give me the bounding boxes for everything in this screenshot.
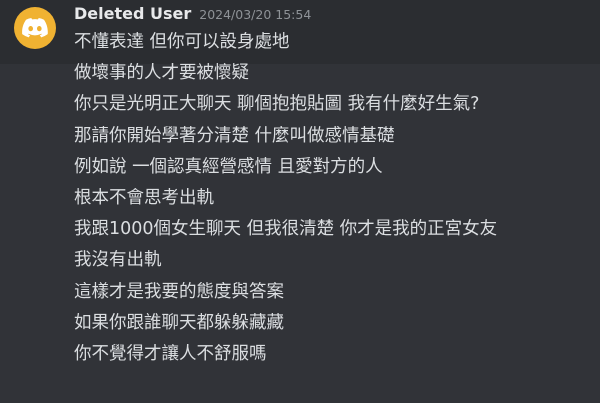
message-header: Deleted User 2024/03/20 15:54 xyxy=(74,4,311,26)
message-line: 你不覺得才讓人不舒服嗎 xyxy=(74,343,267,364)
avatar[interactable] xyxy=(14,7,56,49)
message-line: 這樣才是我要的態度與答案 xyxy=(74,281,284,302)
message-line: 那請你開始學著分清楚 什麼叫做感情基礎 xyxy=(74,125,395,146)
message-line: 不懂表達 但你可以設身處地 xyxy=(74,32,290,52)
message-line: 我跟1000個女生聊天 但我很清楚 你才是我的正宮女友 xyxy=(74,219,498,240)
username[interactable]: Deleted User xyxy=(74,4,191,23)
timestamp[interactable]: 2024/03/20 15:54 xyxy=(199,7,311,22)
message-line: 例如說 一個認真經營感情 且愛對方的人 xyxy=(74,156,383,177)
message-line: 根本不會思考出軌 xyxy=(74,187,214,208)
discord-logo-icon xyxy=(22,18,48,38)
chat-message[interactable]: Deleted User 2024/03/20 15:54 不懂表達 但你可以設… xyxy=(0,0,600,403)
message-line: 我沒有出軌 xyxy=(74,250,162,271)
chat-view: Deleted User 2024/03/20 15:54 不懂表達 但你可以設… xyxy=(0,0,600,403)
message-line: 如果你跟誰聊天都躲躲藏藏 xyxy=(74,312,284,333)
message-content: 不懂表達 但你可以設身處地 做壞事的人才要被懷疑 你只是光明正大聊天 聊個抱抱貼… xyxy=(74,32,594,375)
message-line: 你只是光明正大聊天 聊個抱抱貼圖 我有什麼好生氣? xyxy=(74,94,480,115)
message-line: 做壞事的人才要被懷疑 xyxy=(74,63,249,84)
